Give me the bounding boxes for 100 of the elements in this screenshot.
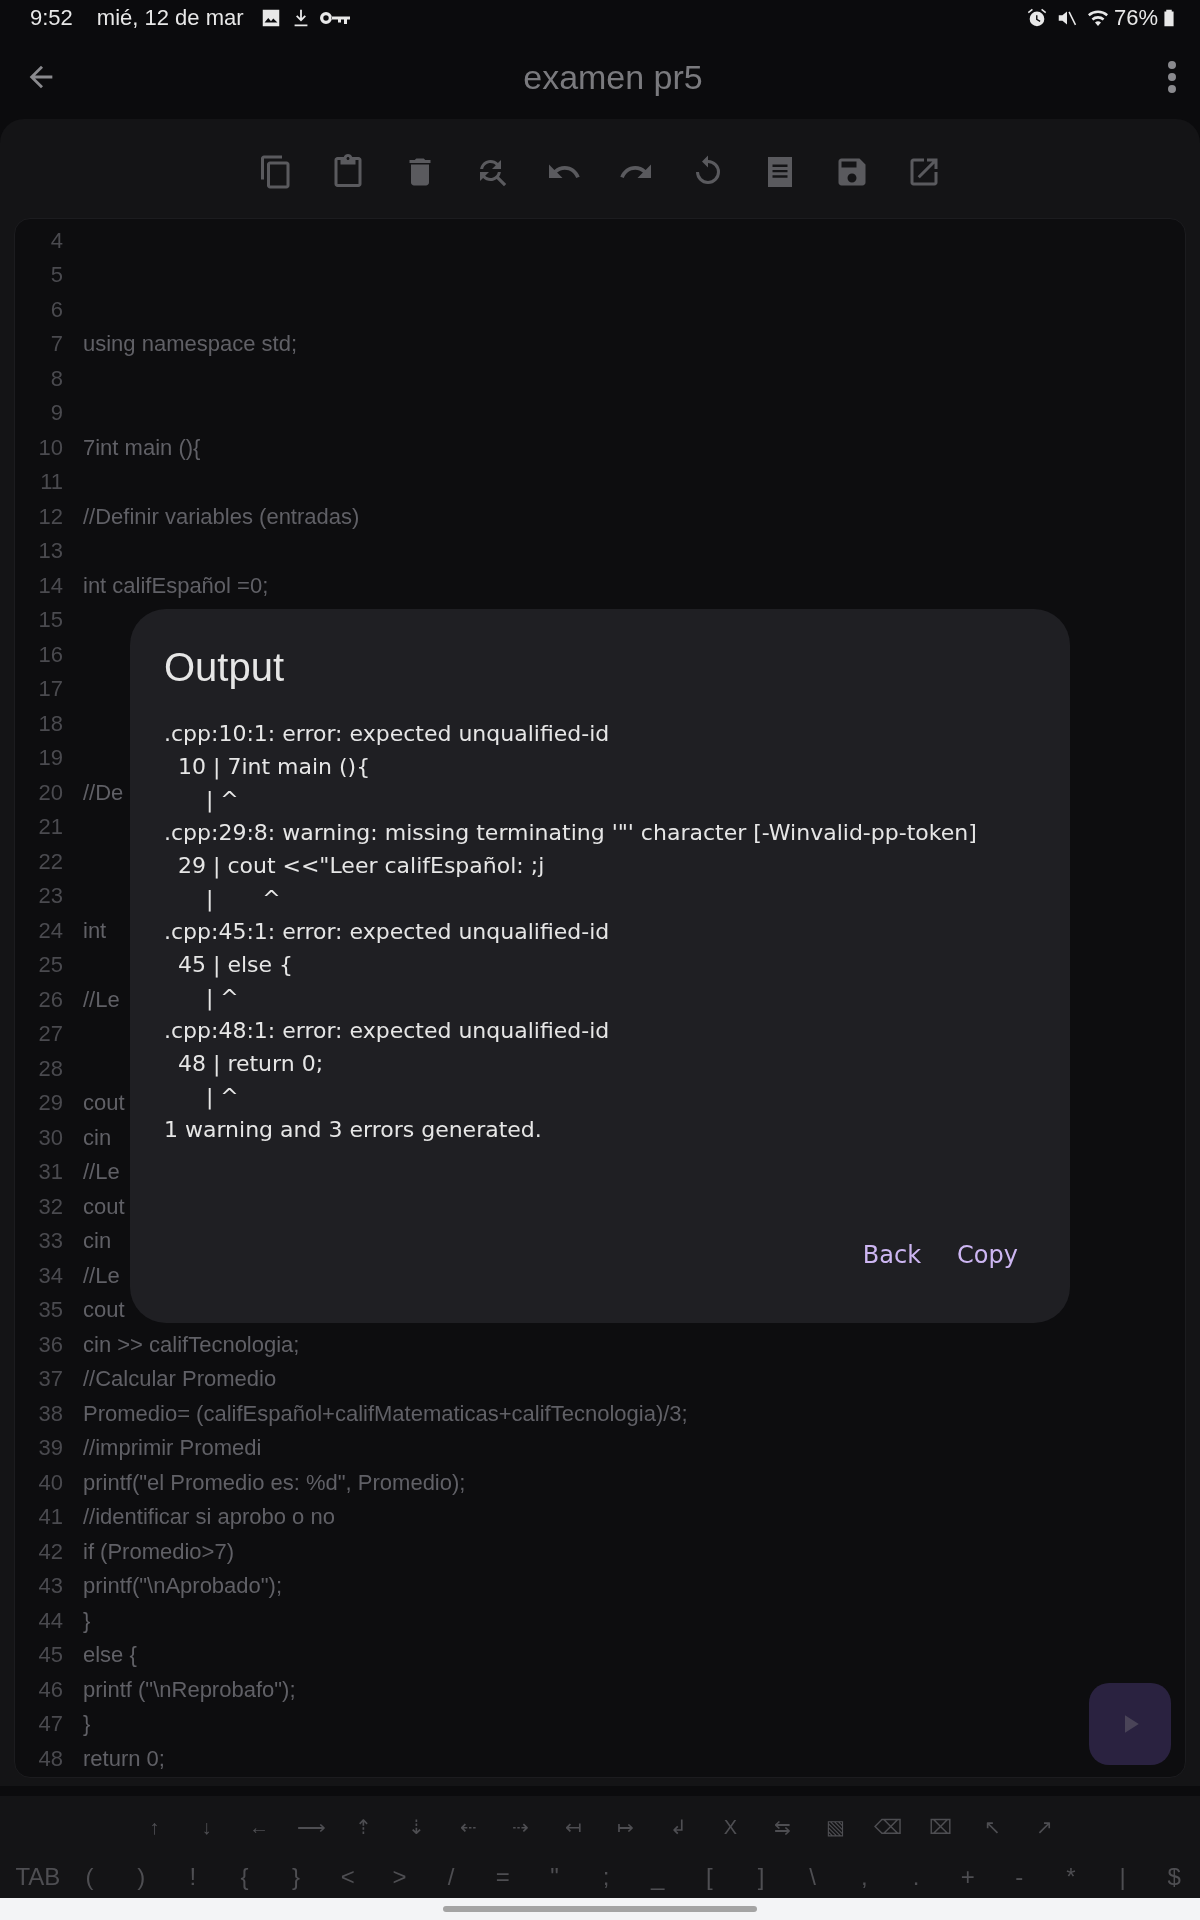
code-line: int califEspañol =0;	[83, 571, 269, 600]
keyboard-key[interactable]: +	[941, 1859, 994, 1896]
keyboard-key[interactable]: )	[115, 1859, 167, 1896]
keyboard-key[interactable]: !	[166, 1859, 219, 1896]
line-number: 37	[37, 1365, 64, 1394]
keyboard-key[interactable]: ▧	[809, 1812, 862, 1843]
line-number: 10	[37, 433, 64, 462]
code-line: Promedio= (califEspañol+califMatematicas+califTecnologia)/3;	[83, 1399, 688, 1428]
line-number: 29	[37, 1089, 64, 1118]
code-line: printf("\nAprobado");	[83, 1572, 283, 1601]
home-handle[interactable]	[443, 1906, 757, 1913]
code-line: cin	[83, 1227, 112, 1256]
keyboard-key[interactable]: X	[704, 1812, 757, 1843]
keyboard-key[interactable]: ↖	[966, 1812, 1019, 1843]
output-line: | ^	[204, 786, 240, 815]
code-line: }	[83, 1710, 91, 1739]
dialog-button[interactable]: Copy	[945, 1233, 1030, 1277]
code-line: //Le	[83, 1261, 120, 1290]
line-number: 21	[37, 813, 64, 842]
keyboard-key[interactable]: *	[1045, 1859, 1097, 1896]
keyboard-key[interactable]: [	[683, 1859, 736, 1896]
status-date: mié, 12 de mar	[96, 4, 244, 33]
line-number: 30	[37, 1123, 64, 1152]
code-line: cin	[83, 1123, 112, 1152]
keyboard-key[interactable]: ⌫	[861, 1812, 914, 1843]
keyboard-key[interactable]: >	[373, 1859, 426, 1896]
keyboard-key[interactable]: =	[476, 1859, 529, 1896]
code-line: else {	[83, 1641, 137, 1670]
keyboard-key[interactable]: |	[1096, 1859, 1149, 1896]
code-line: //Definir variables (entradas)	[83, 502, 360, 531]
keyboard-key[interactable]: ⇠	[442, 1812, 495, 1843]
line-number: 19	[37, 744, 64, 773]
keyboard-key[interactable]: ↤	[547, 1812, 600, 1843]
keyboard-key[interactable]: ↲	[651, 1812, 705, 1843]
line-number: 43	[37, 1572, 64, 1601]
keyboard-key[interactable]: ⌧	[913, 1812, 967, 1843]
keyboard-key[interactable]: ⇆	[756, 1812, 810, 1843]
line-number: 15	[37, 606, 64, 635]
line-number: 17	[37, 675, 64, 704]
keyboard-key[interactable]: ⇡	[337, 1812, 390, 1843]
line-number: 18	[37, 709, 64, 738]
keyboard-key[interactable]: "	[528, 1859, 581, 1896]
keyboard-key[interactable]: ⇣	[389, 1812, 443, 1843]
output-line: .cpp:10:1: error: expected unqualified-id	[164, 720, 611, 748]
line-number: 25	[37, 951, 64, 980]
line-number: 8	[49, 364, 64, 393]
keyboard-key[interactable]: /	[425, 1859, 477, 1896]
keyboard-key[interactable]: \	[786, 1859, 839, 1896]
line-number: 38	[37, 1399, 64, 1428]
output-line: 45 | else {	[177, 951, 294, 980]
more-button[interactable]	[1168, 61, 1176, 94]
code-line: //imprimir Promedi	[83, 1434, 262, 1463]
line-number: 16	[37, 640, 64, 669]
file-title: examen pr5	[522, 56, 704, 98]
keyboard-key[interactable]: ←	[232, 1812, 286, 1843]
line-number: 33	[37, 1227, 64, 1256]
code-line: return 0;	[83, 1744, 165, 1773]
keyboard-key[interactable]: _	[631, 1859, 684, 1896]
line-number: 32	[37, 1192, 64, 1221]
keyboard-key[interactable]: ↑	[128, 1812, 181, 1843]
code-line: 7int main (){	[83, 433, 201, 462]
keyboard-key[interactable]: .	[890, 1859, 942, 1896]
line-number: 40	[37, 1468, 64, 1497]
keyboard-key[interactable]: }	[270, 1859, 322, 1896]
keyboard-key[interactable]: ⟶	[285, 1812, 338, 1843]
keyboard-key[interactable]: ]	[735, 1859, 787, 1896]
keyboard-key[interactable]: $	[1148, 1859, 1200, 1896]
keyboard-key[interactable]: {	[218, 1859, 271, 1896]
line-number: 44	[37, 1606, 64, 1635]
line-number: 35	[37, 1296, 64, 1325]
keyboard-key[interactable]: -	[993, 1859, 1046, 1896]
line-number: 22	[37, 847, 64, 876]
battery-percent: 76%	[1113, 4, 1158, 33]
keyboard-key[interactable]: TAB	[12, 1859, 64, 1896]
keyboard-key[interactable]: ↦	[599, 1812, 652, 1843]
line-number: 23	[37, 882, 64, 911]
line-number: 13	[37, 537, 64, 566]
keyboard-key[interactable]: ;	[580, 1859, 632, 1896]
code-line: printf ("\nReprobafo");	[83, 1675, 296, 1704]
line-number: 7	[49, 330, 64, 359]
code-line: }	[83, 1606, 91, 1635]
output-line: .cpp:29:8: warning: missing terminating '"' character [-Winvalid-pp-token]	[164, 819, 978, 847]
output-line: .cpp:45:1: error: expected unqualified-id	[164, 918, 611, 946]
keyboard-key[interactable]: ,	[838, 1859, 891, 1896]
code-line: using namespace std;	[83, 330, 298, 359]
line-number: 12	[37, 502, 64, 531]
keyboard-key[interactable]: (	[63, 1859, 116, 1896]
keyboard-key[interactable]: ↓	[180, 1812, 233, 1843]
output-line: 48 | return 0;	[177, 1050, 325, 1079]
keyboard-key[interactable]: ↗	[1018, 1812, 1072, 1843]
code-line: //Le	[83, 985, 120, 1014]
keyboard-key[interactable]: <	[321, 1859, 374, 1896]
keyboard-key[interactable]: ⇢	[494, 1812, 548, 1843]
code-line: int	[83, 916, 107, 945]
line-number: 28	[37, 1054, 64, 1083]
dialog-button[interactable]: Back	[850, 1233, 934, 1277]
alarm-icon	[1025, 6, 1048, 29]
line-number: 5	[49, 261, 64, 290]
line-number: 27	[37, 1020, 64, 1049]
code-line: //Le	[83, 1158, 120, 1187]
